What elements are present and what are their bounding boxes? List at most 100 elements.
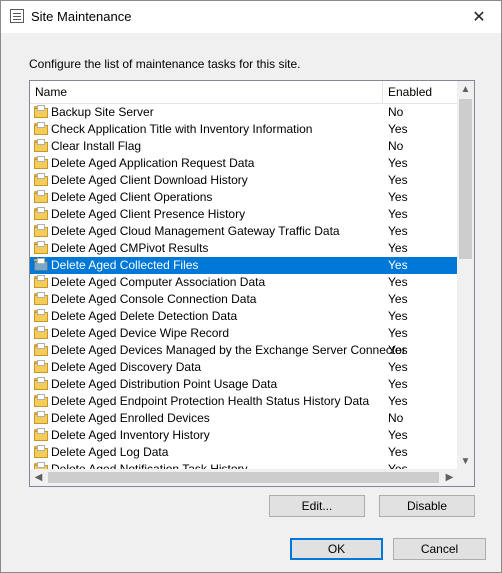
task-enabled: Yes <box>388 207 408 221</box>
task-enabled: No <box>388 411 404 425</box>
task-folder-icon <box>34 122 48 135</box>
task-enabled: No <box>388 105 404 119</box>
task-row[interactable]: Backup Site Server No <box>30 104 458 121</box>
task-row[interactable]: Delete Aged Client Download History Yes <box>30 172 458 189</box>
disable-button[interactable]: Disable <box>379 495 475 517</box>
task-row[interactable]: Delete Aged Client Presence History Yes <box>30 206 458 223</box>
close-button[interactable]: ✕ <box>457 1 501 33</box>
task-folder-icon <box>34 428 48 441</box>
task-name: Delete Aged Distribution Point Usage Dat… <box>51 377 278 391</box>
task-folder-icon <box>34 173 48 186</box>
task-enabled: Yes <box>388 224 408 238</box>
column-divider[interactable] <box>382 81 383 103</box>
task-name: Delete Aged Client Operations <box>51 190 213 204</box>
task-name: Backup Site Server <box>51 105 154 119</box>
horizontal-scrollbar[interactable]: ◀ ▶ <box>30 469 458 486</box>
task-folder-icon <box>34 360 48 373</box>
dialog-window-icon <box>10 9 24 23</box>
task-folder-icon <box>34 207 48 220</box>
task-folder-icon <box>34 292 48 305</box>
task-row[interactable]: Delete Aged Client Operations Yes <box>30 189 458 206</box>
maintenance-task-list[interactable]: Name Enabled Backup Site Server No Check A… <box>29 80 475 487</box>
task-row[interactable]: Delete Aged Cloud Management Gateway Tra… <box>30 223 458 240</box>
task-row[interactable]: Delete Aged Devices Managed by the Excha… <box>30 342 458 359</box>
task-row[interactable]: Delete Aged Collected Files Yes <box>30 257 458 274</box>
task-folder-icon <box>34 377 48 390</box>
task-row[interactable]: Delete Aged CMPivot Results Yes <box>30 240 458 257</box>
task-enabled: Yes <box>388 275 408 289</box>
column-header-name[interactable]: Name <box>35 85 67 99</box>
task-row[interactable]: Check Application Title with Inventory I… <box>30 121 458 138</box>
task-name: Delete Aged CMPivot Results <box>51 241 209 255</box>
title-bar: Site Maintenance ✕ <box>1 1 501 33</box>
task-folder-icon <box>34 411 48 424</box>
list-header: Name Enabled <box>30 81 458 104</box>
task-row[interactable]: Delete Aged Computer Association Data Yes <box>30 274 458 291</box>
task-enabled: Yes <box>388 326 408 340</box>
task-enabled: Yes <box>388 241 408 255</box>
task-name: Delete Aged Client Presence History <box>51 207 246 221</box>
task-name: Delete Aged Devices Managed by the Excha… <box>51 343 406 357</box>
task-folder-icon <box>34 105 48 118</box>
scroll-down-icon[interactable]: ▼ <box>457 453 474 470</box>
task-row[interactable]: Delete Aged Delete Detection Data Yes <box>30 308 458 325</box>
task-enabled: Yes <box>388 428 408 442</box>
task-enabled: Yes <box>388 445 408 459</box>
task-name: Delete Aged Client Download History <box>51 173 248 187</box>
task-name: Delete Aged Device Wipe Record <box>51 326 230 340</box>
column-header-enabled[interactable]: Enabled <box>388 85 432 99</box>
task-enabled: No <box>388 139 404 153</box>
task-folder-icon <box>34 343 48 356</box>
site-maintenance-dialog: Site Maintenance ✕ Configure the list of… <box>0 0 502 573</box>
task-folder-icon <box>34 445 48 458</box>
task-enabled: Yes <box>388 292 408 306</box>
task-row[interactable]: Delete Aged Discovery Data Yes <box>30 359 458 376</box>
scroll-right-icon[interactable]: ▶ <box>441 469 458 486</box>
task-enabled: Yes <box>388 122 408 136</box>
task-name: Delete Aged Application Request Data <box>51 156 255 170</box>
task-row[interactable]: Delete Aged Log Data Yes <box>30 444 458 461</box>
scroll-left-icon[interactable]: ◀ <box>30 469 47 486</box>
horizontal-scroll-thumb[interactable] <box>48 472 439 483</box>
vertical-scrollbar[interactable]: ▲ ▼ <box>457 81 474 470</box>
task-name: Delete Aged Discovery Data <box>51 360 202 374</box>
task-row[interactable]: Delete Aged Distribution Point Usage Dat… <box>30 376 458 393</box>
task-enabled: Yes <box>388 190 408 204</box>
scrollbar-corner <box>457 469 474 486</box>
task-enabled: Yes <box>388 377 408 391</box>
task-row[interactable]: Delete Aged Enrolled Devices No <box>30 410 458 427</box>
task-name: Delete Aged Collected Files <box>51 258 199 272</box>
task-folder-icon <box>34 394 48 407</box>
task-folder-icon <box>34 309 48 322</box>
task-folder-icon <box>34 156 48 169</box>
task-row[interactable]: Clear Install Flag No <box>30 138 458 155</box>
task-name: Delete Aged Enrolled Devices <box>51 411 210 425</box>
task-row[interactable]: Delete Aged Endpoint Protection Health S… <box>30 393 458 410</box>
task-folder-icon <box>34 139 48 152</box>
task-enabled: Yes <box>388 258 408 272</box>
task-row[interactable]: Delete Aged Application Request Data Yes <box>30 155 458 172</box>
task-enabled: Yes <box>388 394 408 408</box>
task-row[interactable]: Delete Aged Inventory History Yes <box>30 427 458 444</box>
instruction-text: Configure the list of maintenance tasks … <box>29 57 301 71</box>
task-folder-icon <box>34 190 48 203</box>
cancel-button[interactable]: Cancel <box>393 538 486 560</box>
task-rows: Backup Site Server No Check Application Ti… <box>30 104 458 470</box>
ok-button[interactable]: OK <box>290 538 383 560</box>
task-name: Delete Aged Delete Detection Data <box>51 309 238 323</box>
task-enabled: Yes <box>388 156 408 170</box>
dialog-title: Site Maintenance <box>31 9 132 24</box>
task-row[interactable]: Delete Aged Console Connection Data Yes <box>30 291 458 308</box>
task-enabled: Yes <box>388 343 408 357</box>
task-folder-icon <box>34 224 48 237</box>
task-name: Delete Aged Log Data <box>51 445 169 459</box>
task-folder-icon <box>34 241 48 254</box>
task-name: Check Application Title with Inventory I… <box>51 122 313 136</box>
task-row[interactable]: Delete Aged Device Wipe Record Yes <box>30 325 458 342</box>
scroll-up-icon[interactable]: ▲ <box>457 81 474 98</box>
edit-button[interactable]: Edit... <box>269 495 365 517</box>
task-enabled: Yes <box>388 360 408 374</box>
vertical-scroll-thumb[interactable] <box>459 99 472 259</box>
task-name: Delete Aged Computer Association Data <box>51 275 266 289</box>
task-folder-icon <box>34 275 48 288</box>
